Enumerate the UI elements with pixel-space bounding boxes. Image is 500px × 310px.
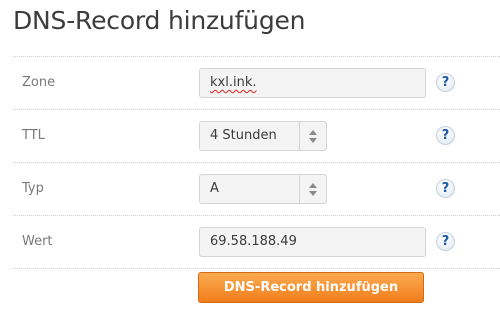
ttl-label: TTL [22, 128, 45, 143]
page-title: DNS-Record hinzufügen [13, 6, 306, 35]
ttl-help-icon[interactable]: ? [436, 126, 455, 145]
form-row-zone: Zone kxl.ink. ? [13, 56, 500, 109]
dns-record-form: Zone kxl.ink. ? TTL 4 Stunden ? Typ A ? … [13, 56, 500, 269]
ttl-value: 4 Stunden [210, 128, 277, 143]
ttl-select[interactable]: 4 Stunden [199, 121, 327, 151]
value-value: 69.58.188.49 [210, 234, 297, 249]
value-help-icon[interactable]: ? [436, 232, 455, 251]
zone-value: kxl.ink. [210, 75, 257, 90]
page: DNS-Record hinzufügen Zone kxl.ink. ? TT… [0, 0, 500, 310]
arrow-up-icon [309, 182, 317, 188]
up-down-arrows-icon[interactable] [299, 175, 326, 203]
arrow-down-icon [309, 137, 317, 143]
add-dns-record-button[interactable]: DNS-Record hinzufügen [198, 272, 424, 303]
form-row-ttl: TTL 4 Stunden ? [13, 109, 500, 162]
type-value: A [210, 181, 219, 196]
value-label: Wert [22, 234, 53, 249]
arrow-down-icon [309, 190, 317, 196]
type-label: Typ [22, 181, 44, 196]
zone-help-icon[interactable]: ? [436, 73, 455, 92]
arrow-up-icon [309, 129, 317, 135]
zone-input[interactable]: kxl.ink. [199, 68, 426, 98]
type-select[interactable]: A [199, 174, 327, 204]
up-down-arrows-icon[interactable] [299, 122, 326, 150]
zone-label: Zone [22, 75, 56, 90]
type-help-icon[interactable]: ? [436, 179, 455, 198]
value-input[interactable]: 69.58.188.49 [199, 227, 426, 257]
form-row-value: Wert 69.58.188.49 ? [13, 215, 500, 269]
form-row-type: Typ A ? [13, 162, 500, 215]
